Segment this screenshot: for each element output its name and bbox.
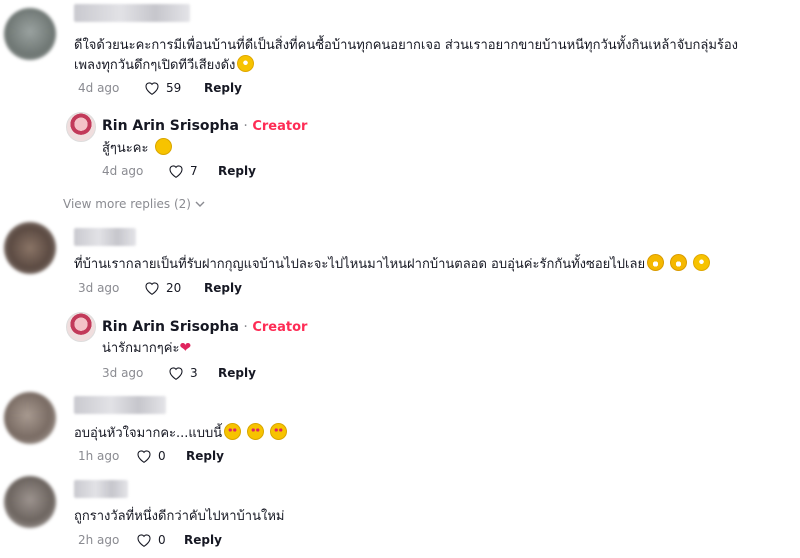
reply-text: สู้ๆนะคะ [102,138,172,158]
reply-button[interactable]: Reply [204,81,242,95]
creator-name[interactable]: Rin Arin Srisopha · Creator [102,118,307,134]
avatar[interactable] [4,222,56,274]
like-count: 0 [158,449,166,463]
like-count: 20 [166,281,182,295]
heart-eyes-emoji-icon [247,423,265,440]
reply-meta: 3d ago 3 Reply [102,366,256,380]
grin-emoji-icon [670,254,688,271]
comment-time: 4d ago [78,81,120,95]
comment-meta: 4d ago 59 Reply [78,81,242,95]
view-more-replies[interactable]: View more replies (2) [63,197,205,211]
reply-button[interactable]: Reply [184,533,222,547]
reply-meta: 4d ago 7 Reply [102,164,256,178]
like-count: 0 [158,533,166,547]
chevron-down-icon[interactable] [195,197,205,211]
reply-time: 3d ago [102,366,144,380]
heart-outline-icon[interactable] [144,281,160,295]
comment-text-line2: เพลงทุกวันดึกๆเปิดทีวีเสียงดัง [74,55,255,75]
creator-avatar[interactable] [66,112,96,142]
comment-text: ที่บ้านเรากลายเป็นที่รับฝากกุญแจบ้านไปละ… [74,254,711,274]
reply-button[interactable]: Reply [186,449,224,463]
grin-emoji-icon [647,254,665,271]
comment-time: 3d ago [78,281,120,295]
comment-text: อบอุ่นหัวใจมากคะ...แบบนี้ [74,423,288,443]
comment-text: ถูกรางวัลที่หนึ่งดีกว่าคับไปหาบ้านใหม่ [74,509,285,524]
reply-button[interactable]: Reply [218,164,256,178]
view-more-label[interactable]: View more replies (2) [63,197,191,211]
username-blurred[interactable] [74,480,128,498]
heart-outline-icon[interactable] [136,449,152,463]
username-blurred[interactable] [74,228,136,246]
creator-name[interactable]: Rin Arin Srisopha · Creator [102,319,307,335]
comment-time: 2h ago [78,533,120,547]
creator-tag: Creator [252,119,308,134]
pleading-emoji-icon [154,138,172,155]
like-button[interactable]: 0 [136,533,184,547]
reply-button[interactable]: Reply [218,366,256,380]
like-count: 7 [190,164,198,178]
username-blurred[interactable] [74,4,190,22]
like-button[interactable]: 59 [144,81,204,95]
avatar[interactable] [4,8,56,60]
like-button[interactable]: 3 [168,366,218,380]
heart-outline-icon[interactable] [168,366,184,380]
avatar[interactable] [4,476,56,528]
like-button[interactable]: 20 [144,281,204,295]
laughing-emoji-icon [693,254,711,271]
heart-eyes-emoji-icon [270,423,288,440]
heart-eyes-emoji-icon [224,423,242,440]
username-blurred[interactable] [74,396,166,414]
reply-button[interactable]: Reply [204,281,242,295]
like-count: 3 [190,366,198,380]
like-button[interactable]: 0 [136,449,186,463]
like-button[interactable]: 7 [168,164,218,178]
reply-text: น่ารักมากๆค่ะ❤ [102,340,192,356]
heart-outline-icon[interactable] [168,164,184,178]
reply-time: 4d ago [102,164,144,178]
laughing-emoji-icon [237,55,255,72]
creator-avatar[interactable] [66,312,96,342]
comment-meta: 1h ago 0 Reply [78,449,224,463]
comment-meta: 3d ago 20 Reply [78,281,242,295]
comment-meta: 2h ago 0 Reply [78,533,222,547]
comment-time: 1h ago [78,449,120,463]
like-count: 59 [166,81,182,95]
avatar[interactable] [4,392,56,444]
heart-outline-icon[interactable] [144,81,160,95]
creator-tag: Creator [252,320,308,335]
heart-outline-icon[interactable] [136,533,152,547]
comment-text: ดีใจด้วยนะคะการมีเพื่อนบ้านที่ดีเป็นสิ่ง… [74,38,739,53]
red-heart-emoji-icon: ❤ [179,340,192,356]
